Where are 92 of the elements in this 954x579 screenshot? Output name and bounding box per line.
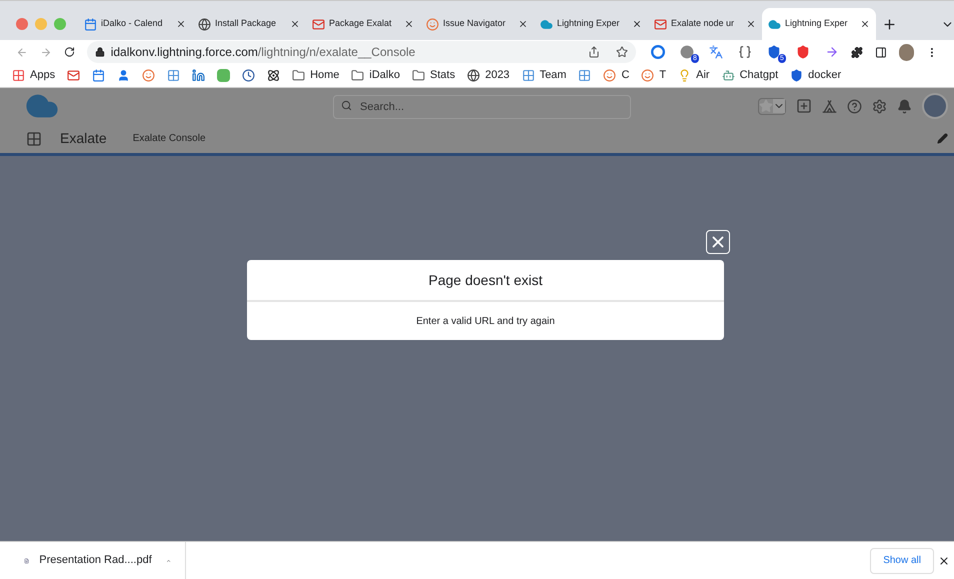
browser-tab[interactable]: iDalko - Calend	[78, 8, 192, 40]
close-tab-icon[interactable]	[860, 19, 870, 29]
bookmark-item[interactable]: Stats	[412, 67, 456, 84]
new-tab-icon[interactable]	[882, 16, 897, 32]
smiley-icon	[603, 69, 616, 82]
linkedin-icon	[192, 69, 206, 82]
profile-avatar[interactable]	[898, 44, 914, 60]
bookmark-item[interactable]	[267, 69, 280, 82]
nav-item[interactable]: Exalate Console	[132, 131, 206, 146]
caret-icon	[773, 98, 785, 112]
bookmark-item[interactable]: 2023	[467, 67, 510, 84]
extensions-icon[interactable]	[850, 46, 863, 58]
globe-icon	[198, 18, 211, 30]
app-name: Exalate	[60, 129, 107, 148]
close-tab-icon[interactable]	[518, 19, 528, 29]
folder-icon	[292, 69, 306, 82]
shield-icon	[790, 69, 804, 82]
calendar-icon	[92, 69, 106, 82]
add-icon[interactable]	[796, 98, 812, 114]
arrow-icon	[824, 45, 839, 59]
close-tab-icon[interactable]	[632, 19, 642, 29]
bot-icon	[722, 69, 735, 82]
notifications-icon[interactable]	[897, 98, 912, 114]
smiley-icon	[426, 18, 439, 30]
ring-icon	[650, 45, 665, 59]
cloud-icon	[768, 18, 781, 30]
bookmark-item[interactable]: Apps	[12, 67, 56, 84]
user-avatar[interactable]	[922, 93, 948, 119]
square-logo-icon	[217, 69, 230, 82]
bookmark-item[interactable]: Chatgpt	[722, 67, 778, 84]
browser-tab[interactable]: Issue Navigator	[420, 8, 534, 40]
edit-icon[interactable]	[937, 133, 948, 144]
browser-tab[interactable]: Exalate node ur	[648, 8, 762, 40]
folder-icon	[351, 69, 364, 82]
browser-tab[interactable]: Install Package	[192, 8, 306, 40]
smiley-icon	[641, 69, 654, 82]
lock-icon	[94, 47, 105, 57]
address-bar[interactable]: idalkonv.lightning.force.com/lightning/n/exalate__Console	[86, 41, 636, 63]
favorites-button[interactable]	[758, 98, 786, 114]
url-text: idalkonv.lightning.force.com/lightning/n/exalate__Console	[110, 44, 416, 61]
search-field[interactable]: Search...	[333, 95, 631, 119]
bookmark-item[interactable]: Team	[522, 67, 566, 84]
bookmark-item[interactable]: T	[641, 67, 666, 84]
grid-icon	[167, 69, 180, 82]
help-icon[interactable]	[847, 98, 862, 114]
bookmark-item[interactable]	[242, 69, 256, 82]
lamp-icon	[678, 69, 692, 82]
bookmark-item[interactable]: Air	[678, 67, 710, 84]
dialog-message: Enter a valid URL and try again	[415, 314, 556, 328]
person-icon	[117, 69, 130, 82]
search-icon	[341, 100, 352, 111]
grid-icon	[578, 69, 592, 82]
browser-tab[interactable]: Lightning Exper	[762, 8, 876, 40]
bookmark-item[interactable]: iDalko	[351, 67, 400, 84]
browser-tab[interactable]: Lightning Exper	[534, 8, 648, 40]
reload-icon[interactable]	[64, 46, 75, 58]
download-item[interactable]: Presentation Rad....pdf	[39, 552, 152, 569]
close-tab-icon[interactable]	[290, 19, 300, 29]
close-tab-icon[interactable]	[404, 19, 414, 29]
app-launcher-icon[interactable]	[26, 130, 42, 146]
close-icon[interactable]	[938, 554, 950, 566]
circle-icon	[680, 45, 694, 59]
show-all-button[interactable]: Show all	[870, 548, 934, 574]
apps-grid-icon	[12, 69, 25, 82]
clock-icon	[242, 69, 256, 82]
close-tab-icon[interactable]	[746, 19, 756, 29]
dialog-title: Page doesn't exist	[247, 260, 724, 302]
folder-icon	[412, 69, 425, 82]
side-panel-icon[interactable]	[874, 46, 887, 58]
mail-icon	[312, 18, 325, 30]
close-button[interactable]	[706, 230, 730, 254]
mail-icon	[67, 69, 80, 82]
brackets-icon	[738, 45, 752, 59]
atom-icon	[267, 69, 280, 82]
browser-tab[interactable]: Package Exalat	[306, 8, 420, 40]
smiley-icon	[142, 69, 156, 82]
grid-icon	[522, 69, 535, 82]
mail-icon	[654, 18, 667, 30]
close-tab-icon[interactable]	[176, 19, 186, 29]
globe-icon	[467, 69, 480, 82]
settings-icon[interactable]	[872, 98, 887, 114]
translate-icon	[708, 45, 723, 59]
cloud-icon	[540, 18, 553, 30]
calendar-icon	[84, 18, 97, 30]
star-icon	[759, 98, 773, 112]
bookmark-star-icon[interactable]	[616, 46, 628, 58]
bookmark-item[interactable]: docker	[790, 67, 842, 84]
bookmark-item[interactable]: Home	[292, 67, 340, 84]
shield-icon	[766, 45, 781, 59]
share-icon[interactable]	[588, 46, 600, 58]
shield-icon	[796, 45, 810, 59]
bookmark-item[interactable]: C	[603, 67, 630, 84]
